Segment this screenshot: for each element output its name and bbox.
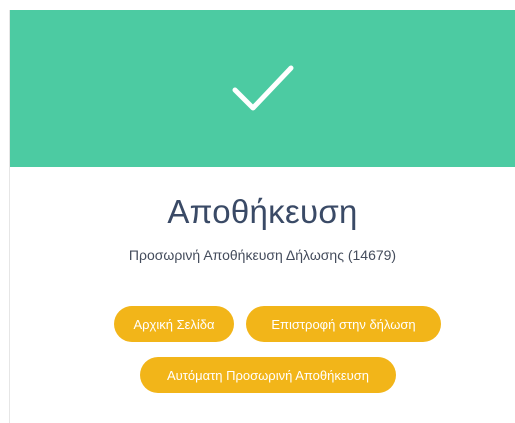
return-to-declaration-button[interactable]: Επιστροφή στην δήλωση [246,306,441,342]
page: Αποθήκευση Προσωρινή Αποθήκευση Δήλωσης … [0,0,515,423]
dialog-header [10,10,515,167]
checkmark-icon [232,65,293,110]
home-page-button[interactable]: Αρχική Σελίδα [114,306,234,342]
top-strip [0,0,515,10]
save-confirmation-dialog: Αποθήκευση Προσωρινή Αποθήκευση Δήλωσης … [9,10,515,423]
dialog-title: Αποθήκευση [167,193,358,230]
auto-temporary-save-button[interactable]: Αυτόματη Προσωρινή Αποθήκευση [140,357,396,393]
dialog-message: Προσωρινή Αποθήκευση Δήλωσης (14679) [128,247,397,263]
